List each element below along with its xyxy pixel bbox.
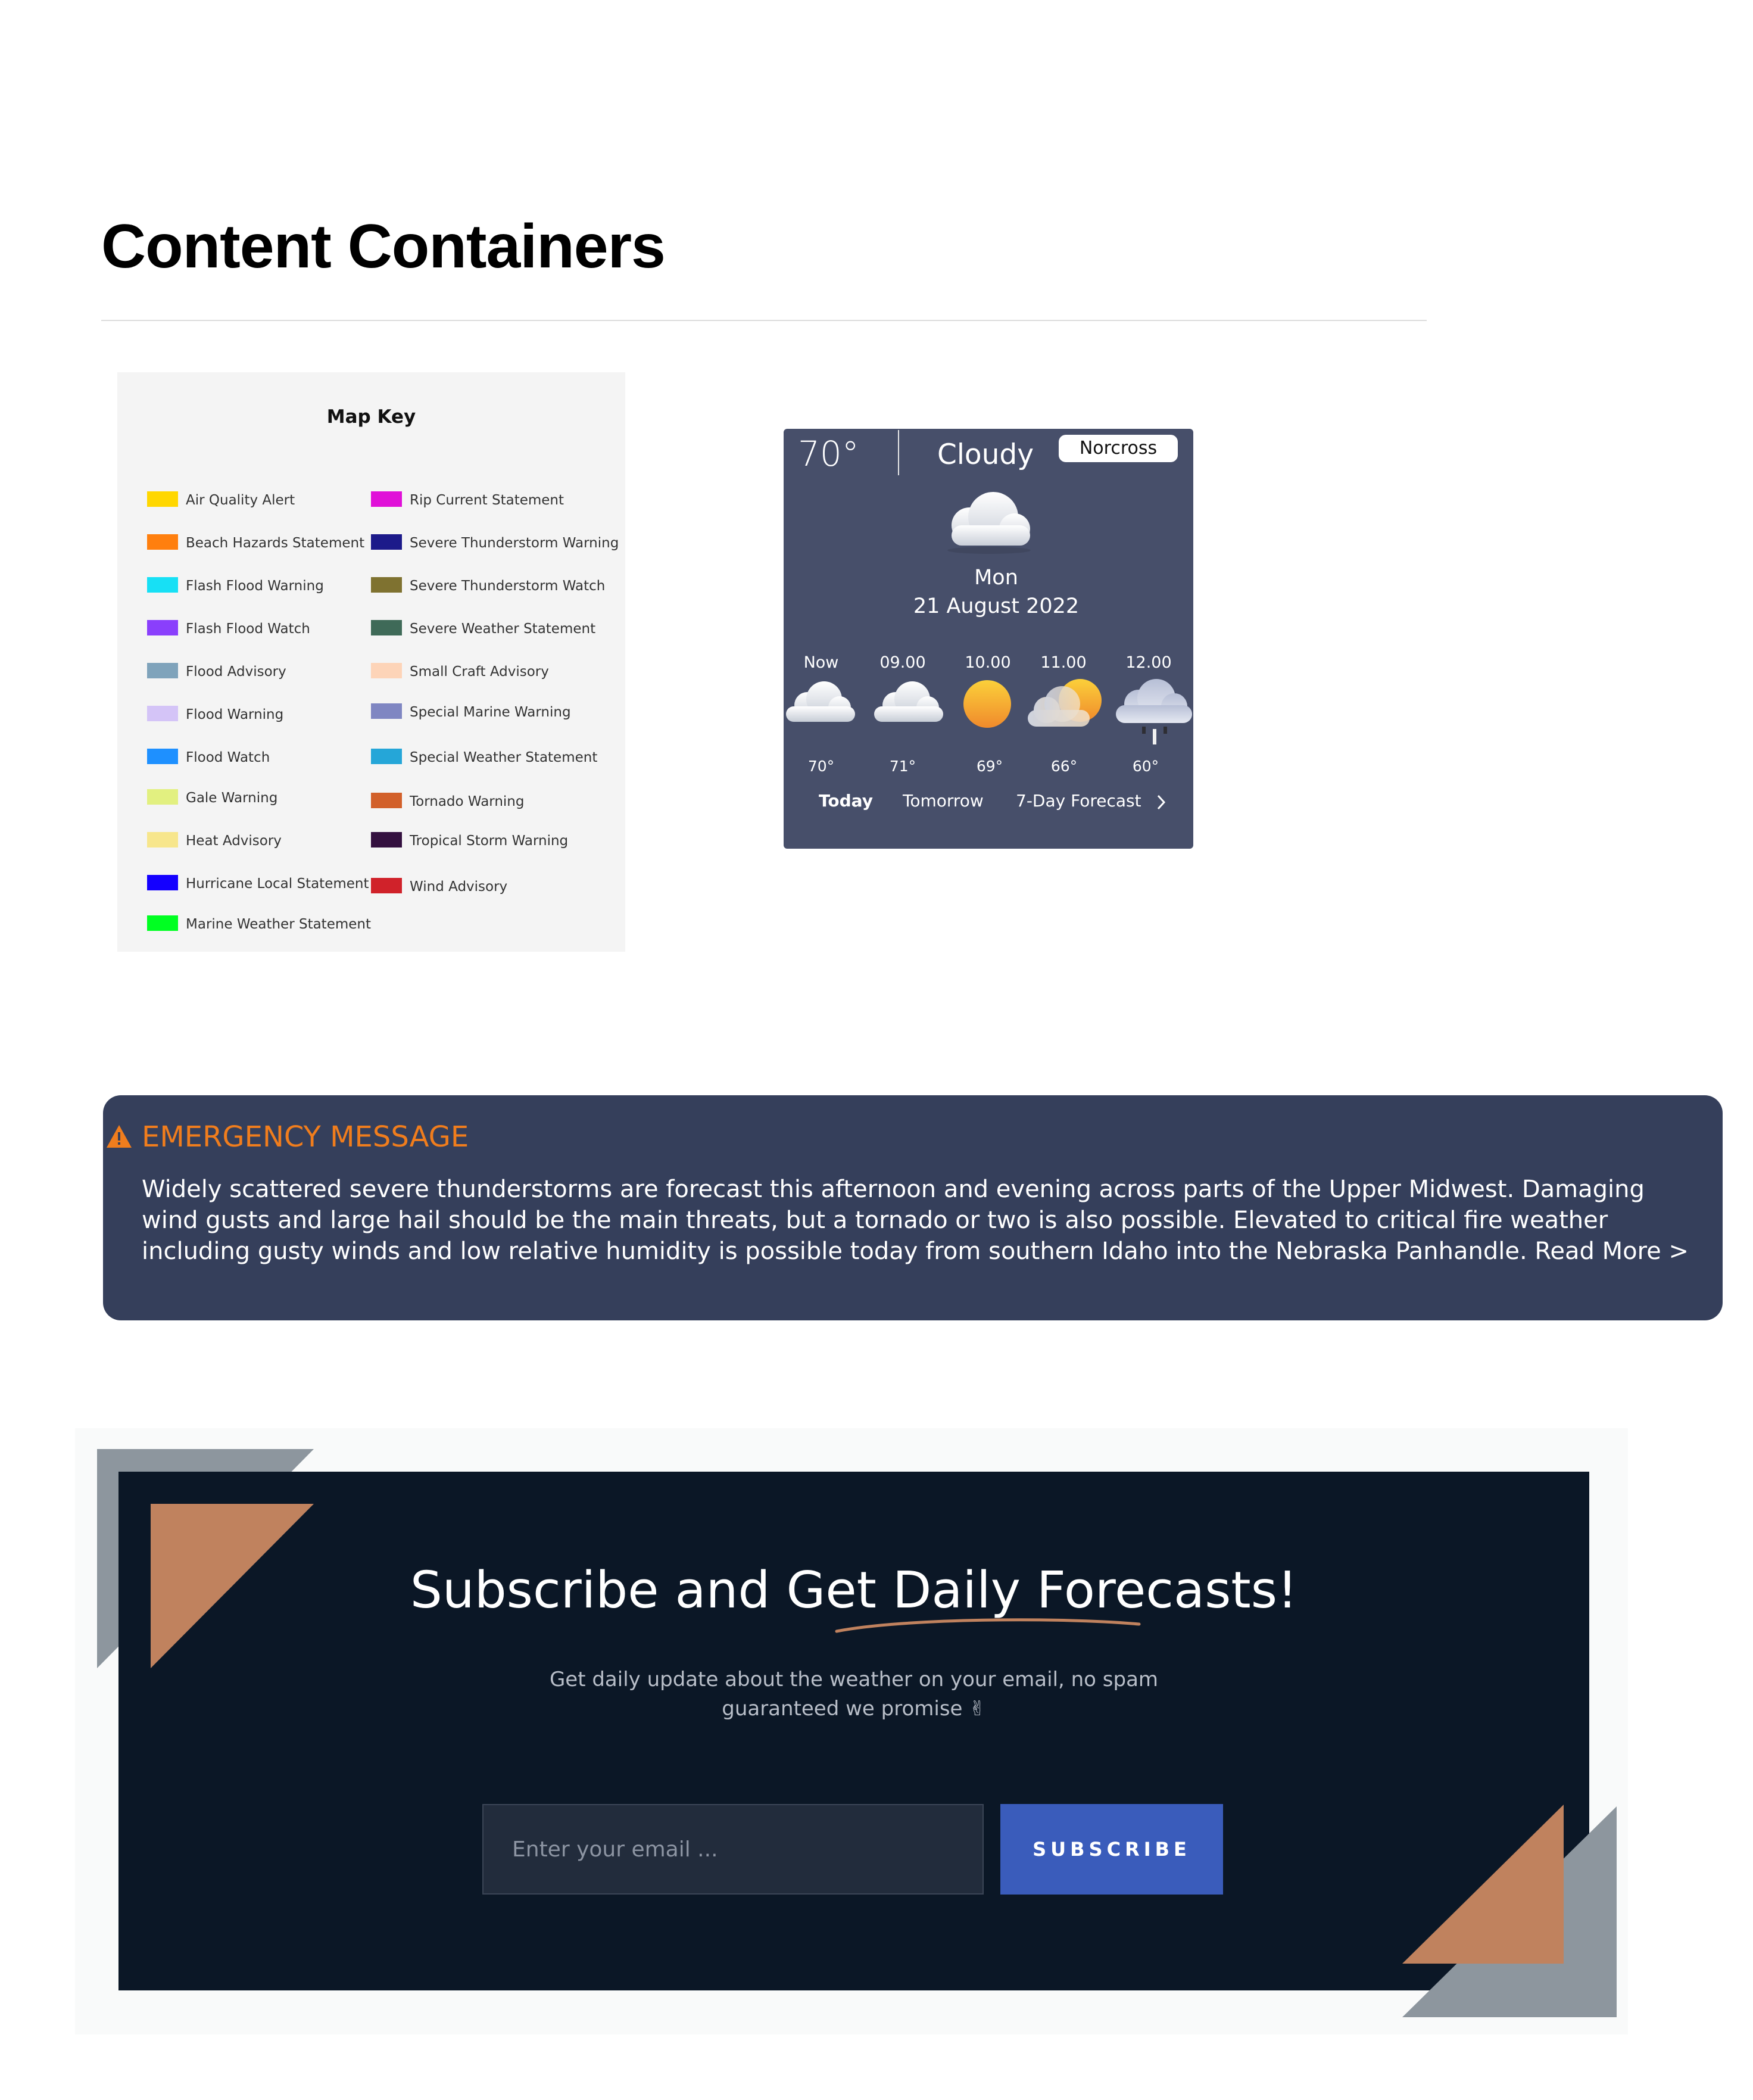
map-key-label: Severe Thunderstorm Watch xyxy=(410,578,606,594)
subscribe-title: Subscribe and Get Daily Forecasts! xyxy=(410,1561,1298,1620)
tab-tomorrow[interactable]: Tomorrow xyxy=(903,791,984,811)
map-key-label: Flood Warning xyxy=(186,707,284,722)
map-key-label: Heat Advisory xyxy=(186,833,282,849)
map-key-label: Beach Hazards Statement xyxy=(186,535,365,551)
map-key-label: Flash Flood Watch xyxy=(186,621,310,637)
map-key-label: Flood Watch xyxy=(186,750,270,765)
emergency-text: Widely scattered severe thunderstorms ar… xyxy=(142,1176,1645,1265)
color-swatch xyxy=(371,620,402,635)
emergency-message: EMERGENCY MESSAGE Widely scattered sever… xyxy=(103,1095,1723,1320)
map-key-label: Severe Weather Statement xyxy=(410,621,596,637)
current-condition: Cloudy xyxy=(937,438,1034,471)
email-input[interactable] xyxy=(482,1804,984,1895)
forecast-date: 21 August 2022 xyxy=(913,594,1080,618)
emergency-title: EMERGENCY MESSAGE xyxy=(142,1120,469,1154)
map-key-label: Severe Thunderstorm Warning xyxy=(410,535,619,551)
map-key-label: Tropical Storm Warning xyxy=(410,833,569,849)
color-swatch xyxy=(147,491,178,507)
color-swatch xyxy=(147,620,178,635)
map-key-label: Small Craft Advisory xyxy=(410,664,549,680)
color-swatch xyxy=(147,577,178,593)
hour-temperature: 71° xyxy=(889,758,916,775)
subscribe-card: Subscribe and Get Daily Forecasts! Get d… xyxy=(118,1472,1589,1990)
cloud-icon xyxy=(938,488,1040,556)
map-key-label: Wind Advisory xyxy=(410,879,508,895)
color-swatch xyxy=(147,749,178,764)
map-key-label: Special Weather Statement xyxy=(410,750,598,765)
color-swatch xyxy=(147,789,178,805)
map-key-label: Rip Current Statement xyxy=(410,493,564,508)
map-key-label: Hurricane Local Statement xyxy=(186,876,369,892)
weather-card: 70° Cloudy Norcross Mon 21 August 2022 N… xyxy=(784,429,1193,849)
hour-time: 10.00 xyxy=(965,653,1011,672)
color-swatch xyxy=(371,534,402,550)
partly-cloudy-icon xyxy=(1025,679,1106,735)
map-key-title: Map Key xyxy=(326,406,416,428)
color-swatch xyxy=(371,793,402,808)
subscribe-button[interactable]: SUBSCRIBE xyxy=(1000,1804,1223,1895)
color-swatch xyxy=(147,534,178,550)
cloud-icon xyxy=(872,679,946,729)
tab-seven-day-forecast[interactable]: 7-Day Forecast xyxy=(1016,791,1141,811)
chevron-right-icon[interactable] xyxy=(1155,793,1167,814)
color-swatch xyxy=(147,706,178,721)
color-swatch xyxy=(147,915,178,931)
read-more-link[interactable]: Read More > xyxy=(1534,1238,1689,1265)
warning-icon xyxy=(105,1124,133,1151)
page-title: Content Containers xyxy=(101,212,666,281)
tab-today[interactable]: Today xyxy=(819,791,873,811)
map-key-label: Special Marine Warning xyxy=(410,705,571,720)
forecast-day: Mon xyxy=(974,566,1018,590)
map-key-label: Air Quality Alert xyxy=(186,493,295,508)
color-swatch xyxy=(371,878,402,893)
color-swatch xyxy=(371,577,402,593)
color-swatch xyxy=(371,749,402,764)
map-key-label: Tornado Warning xyxy=(410,794,525,809)
hour-temperature: 70° xyxy=(807,758,835,775)
color-swatch xyxy=(371,703,402,719)
subscribe-description: Get daily update about the weather on yo… xyxy=(549,1668,1159,1721)
hour-time: Now xyxy=(803,653,839,672)
cloud-icon xyxy=(784,679,857,729)
map-key-label: Flood Advisory xyxy=(186,664,286,680)
emergency-body: Widely scattered severe thunderstorms ar… xyxy=(142,1174,1702,1267)
hour-time: 12.00 xyxy=(1125,653,1172,672)
color-swatch xyxy=(371,832,402,848)
hour-temperature: 66° xyxy=(1050,758,1078,775)
map-key-panel: Map Key Air Quality Alert Beach Hazards S… xyxy=(117,372,625,952)
color-swatch xyxy=(147,875,178,890)
hour-temperature: 69° xyxy=(976,758,1003,775)
header-separator xyxy=(898,430,899,475)
map-key-label: Gale Warning xyxy=(186,790,278,806)
map-key-label: Flash Flood Warning xyxy=(186,578,324,594)
color-swatch xyxy=(147,663,178,678)
rain-cloud-icon xyxy=(1113,679,1194,753)
location-badge[interactable]: Norcross xyxy=(1059,435,1178,462)
color-swatch xyxy=(371,663,402,678)
title-underline-decoration xyxy=(833,1613,1143,1640)
hour-temperature: 60° xyxy=(1132,758,1159,775)
current-temperature: 70° xyxy=(798,434,859,474)
title-divider xyxy=(101,320,1427,321)
map-key-label: Marine Weather Statement xyxy=(186,917,372,932)
hour-time: 09.00 xyxy=(879,653,926,672)
color-swatch xyxy=(371,491,402,507)
hour-time: 11.00 xyxy=(1040,653,1087,672)
sun-icon xyxy=(962,679,1012,731)
color-swatch xyxy=(147,832,178,848)
